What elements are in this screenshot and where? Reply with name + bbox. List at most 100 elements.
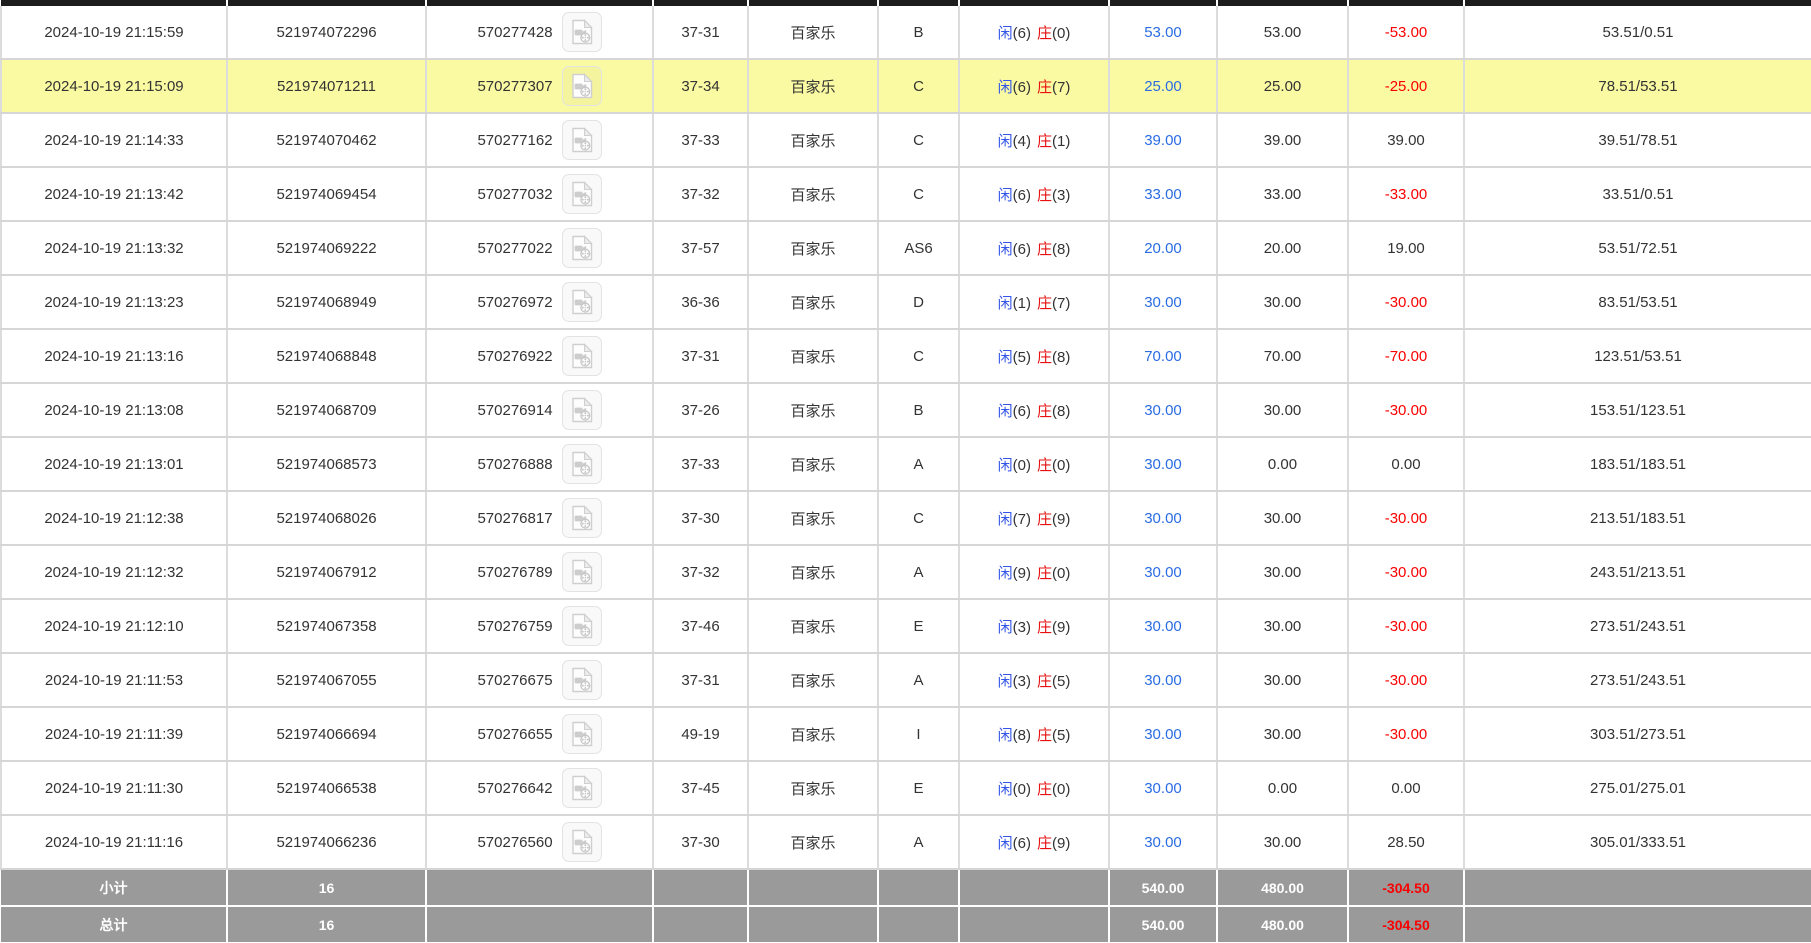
video-record-button[interactable] bbox=[562, 174, 602, 214]
bet-record-row[interactable]: 2024-10-19 21:13:16521974068848570276922… bbox=[1, 329, 1811, 383]
video-record-button[interactable] bbox=[562, 822, 602, 862]
table-letter-cell: B bbox=[878, 6, 959, 59]
video-record-button[interactable] bbox=[562, 390, 602, 430]
bet-record-row[interactable]: 2024-10-19 21:11:16521974066236570276560… bbox=[1, 815, 1811, 869]
bet-id-cell: 521974066694 bbox=[227, 707, 426, 761]
video-record-button[interactable] bbox=[562, 444, 602, 484]
result-cell: 闲(6)庄(8) bbox=[959, 221, 1109, 275]
bet-record-row[interactable]: 2024-10-19 21:13:23521974068949570276972… bbox=[1, 275, 1811, 329]
table-round-cell: 37-31 bbox=[653, 329, 748, 383]
result-cell: 闲(6)庄(0) bbox=[959, 6, 1109, 59]
bet-time-cell: 2024-10-19 21:11:53 bbox=[1, 653, 227, 707]
bet-record-row[interactable]: 2024-10-19 21:12:32521974067912570276789… bbox=[1, 545, 1811, 599]
table-round-cell: 37-31 bbox=[653, 6, 748, 59]
banker-label: 庄 bbox=[1037, 835, 1052, 852]
bet-record-row[interactable]: 2024-10-19 21:13:01521974068573570276888… bbox=[1, 437, 1811, 491]
video-record-button[interactable] bbox=[562, 66, 602, 106]
bet-amount-link[interactable]: 39.00 bbox=[1109, 113, 1217, 167]
video-record-button[interactable] bbox=[562, 228, 602, 268]
win-loss-cell: -30.00 bbox=[1348, 707, 1464, 761]
banker-label: 庄 bbox=[1037, 619, 1052, 636]
table-letter-cell: C bbox=[878, 329, 959, 383]
bet-record-row[interactable]: 2024-10-19 21:15:09521974071211570277307… bbox=[1, 59, 1811, 113]
bet-record-row[interactable]: 2024-10-19 21:11:30521974066538570276642… bbox=[1, 761, 1811, 815]
round-id-wrap: 570277022 bbox=[427, 228, 652, 268]
bet-record-row[interactable]: 2024-10-19 21:14:33521974070462570277162… bbox=[1, 113, 1811, 167]
video-record-button[interactable] bbox=[562, 336, 602, 376]
player-label: 闲 bbox=[998, 781, 1013, 798]
video-record-button[interactable] bbox=[562, 282, 602, 322]
table-round-cell: 37-26 bbox=[653, 383, 748, 437]
banker-result: 庄(1) bbox=[1037, 130, 1070, 151]
video-record-button[interactable] bbox=[562, 714, 602, 754]
round-id-cell: 570277428 bbox=[426, 6, 653, 59]
table-letter-cell: A bbox=[878, 815, 959, 869]
video-record-button[interactable] bbox=[562, 120, 602, 160]
valid-amount-cell: 30.00 bbox=[1217, 383, 1348, 437]
bet-amount-link[interactable]: 30.00 bbox=[1109, 815, 1217, 869]
balance-cell: 243.51/213.51 bbox=[1464, 545, 1811, 599]
player-label: 闲 bbox=[998, 349, 1013, 366]
video-record-button[interactable] bbox=[562, 12, 602, 52]
game-name-cell: 百家乐 bbox=[748, 329, 878, 383]
bet-amount-link[interactable]: 30.00 bbox=[1109, 383, 1217, 437]
bet-amount-link[interactable]: 33.00 bbox=[1109, 167, 1217, 221]
bet-record-row[interactable]: 2024-10-19 21:15:59521974072296570277428… bbox=[1, 6, 1811, 59]
bet-record-row[interactable]: 2024-10-19 21:12:38521974068026570276817… bbox=[1, 491, 1811, 545]
bet-record-row[interactable]: 2024-10-19 21:13:08521974068709570276914… bbox=[1, 383, 1811, 437]
table-round-cell: 37-30 bbox=[653, 491, 748, 545]
win-loss-cell: -25.00 bbox=[1348, 59, 1464, 113]
result-cell: 闲(1)庄(7) bbox=[959, 275, 1109, 329]
bet-time-cell: 2024-10-19 21:14:33 bbox=[1, 113, 227, 167]
valid-amount-cell: 30.00 bbox=[1217, 653, 1348, 707]
banker-result: 庄(8) bbox=[1037, 400, 1070, 421]
player-result: 闲(8) bbox=[998, 724, 1031, 745]
round-id-wrap: 570276789 bbox=[427, 552, 652, 592]
valid-amount-cell: 0.00 bbox=[1217, 761, 1348, 815]
game-name-cell: 百家乐 bbox=[748, 275, 878, 329]
bet-time-cell: 2024-10-19 21:12:32 bbox=[1, 545, 227, 599]
result-cell: 闲(5)庄(8) bbox=[959, 329, 1109, 383]
win-loss-cell: 19.00 bbox=[1348, 221, 1464, 275]
bet-amount-link[interactable]: 30.00 bbox=[1109, 545, 1217, 599]
bet-amount-link[interactable]: 30.00 bbox=[1109, 707, 1217, 761]
footer-empty-cell bbox=[1464, 906, 1811, 943]
video-record-button[interactable] bbox=[562, 660, 602, 700]
bet-amount-link[interactable]: 30.00 bbox=[1109, 599, 1217, 653]
player-result: 闲(6) bbox=[998, 832, 1031, 853]
table-round-cell: 37-30 bbox=[653, 815, 748, 869]
player-result: 闲(6) bbox=[998, 76, 1031, 97]
bet-record-row[interactable]: 2024-10-19 21:13:42521974069454570277032… bbox=[1, 167, 1811, 221]
video-record-button[interactable] bbox=[562, 552, 602, 592]
result-cell: 闲(6)庄(9) bbox=[959, 815, 1109, 869]
video-record-button[interactable] bbox=[562, 498, 602, 538]
round-id-cell: 570277307 bbox=[426, 59, 653, 113]
bet-amount-link[interactable]: 25.00 bbox=[1109, 59, 1217, 113]
win-loss-cell: -30.00 bbox=[1348, 599, 1464, 653]
bet-amount-link[interactable]: 30.00 bbox=[1109, 437, 1217, 491]
bet-amount-link[interactable]: 30.00 bbox=[1109, 653, 1217, 707]
round-id-text: 570276642 bbox=[477, 780, 552, 797]
bet-amount-link[interactable]: 20.00 bbox=[1109, 221, 1217, 275]
bet-amount-link[interactable]: 53.00 bbox=[1109, 6, 1217, 59]
video-record-button[interactable] bbox=[562, 606, 602, 646]
video-record-button[interactable] bbox=[562, 768, 602, 808]
player-result: 闲(6) bbox=[998, 22, 1031, 43]
result-cell: 闲(6)庄(3) bbox=[959, 167, 1109, 221]
round-id-text: 570276914 bbox=[477, 402, 552, 419]
bet-amount-link[interactable]: 30.00 bbox=[1109, 275, 1217, 329]
bet-amount-link[interactable]: 30.00 bbox=[1109, 761, 1217, 815]
valid-amount-cell: 30.00 bbox=[1217, 707, 1348, 761]
bet-time-cell: 2024-10-19 21:11:39 bbox=[1, 707, 227, 761]
bet-amount-link[interactable]: 70.00 bbox=[1109, 329, 1217, 383]
bet-record-row[interactable]: 2024-10-19 21:11:53521974067055570276675… bbox=[1, 653, 1811, 707]
bet-id-cell: 521974069454 bbox=[227, 167, 426, 221]
bet-record-row[interactable]: 2024-10-19 21:12:10521974067358570276759… bbox=[1, 599, 1811, 653]
round-id-cell: 570276560 bbox=[426, 815, 653, 869]
bet-amount-link[interactable]: 30.00 bbox=[1109, 491, 1217, 545]
bet-record-row[interactable]: 2024-10-19 21:13:32521974069222570277022… bbox=[1, 221, 1811, 275]
bet-record-row[interactable]: 2024-10-19 21:11:39521974066694570276655… bbox=[1, 707, 1811, 761]
video-record-icon bbox=[569, 181, 595, 207]
table-letter-cell: E bbox=[878, 599, 959, 653]
table-round-cell: 49-19 bbox=[653, 707, 748, 761]
